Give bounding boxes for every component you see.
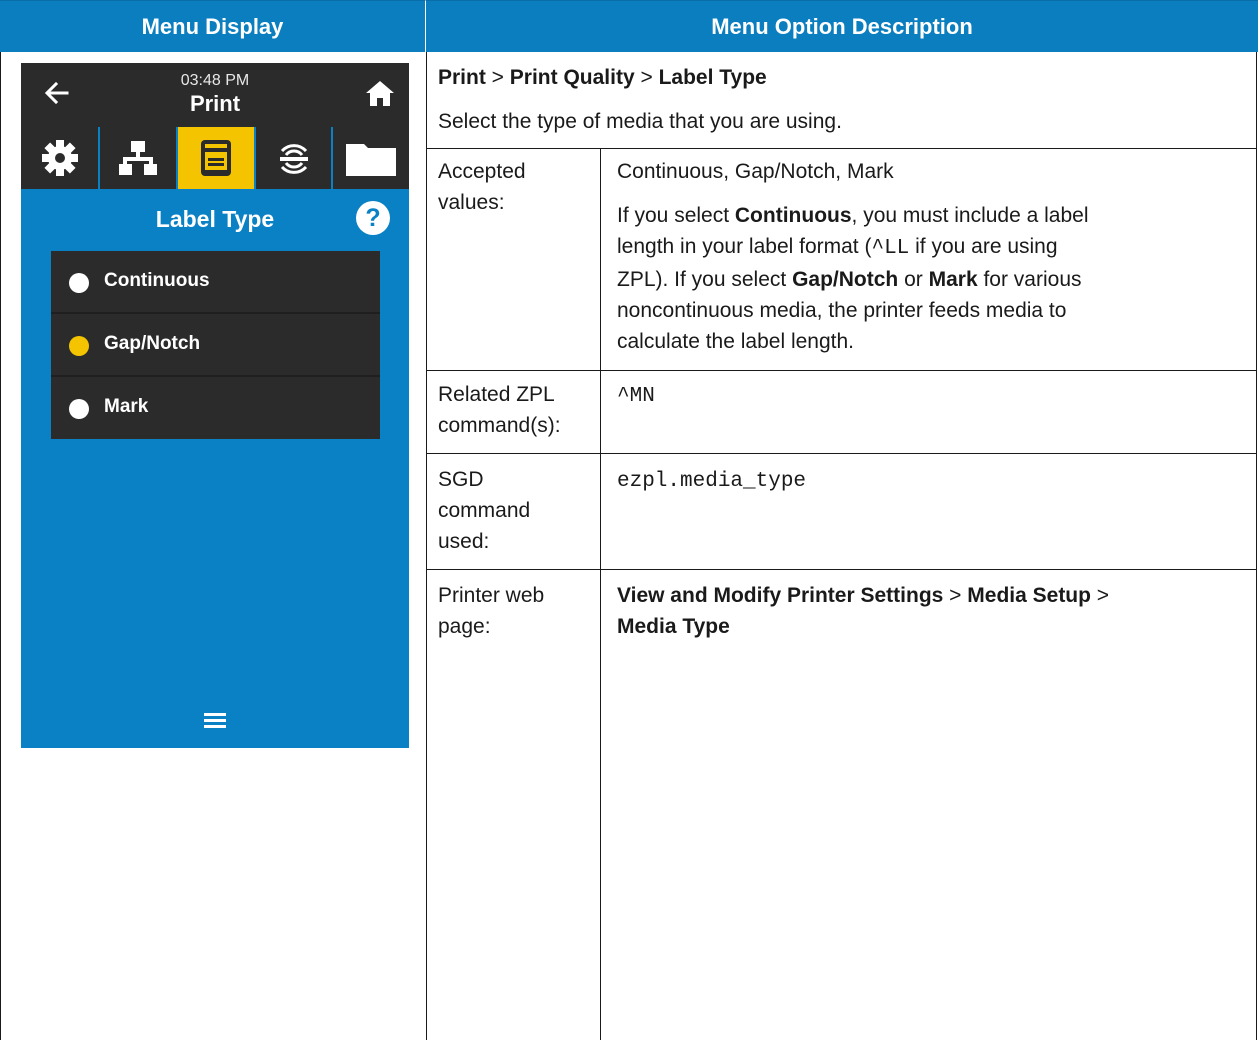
label-line: command(s): bbox=[438, 414, 561, 437]
note-code: ^LL bbox=[871, 237, 910, 260]
label-line: Printer web bbox=[438, 584, 545, 607]
radio-unselected-icon bbox=[69, 399, 89, 419]
printer-icon bbox=[201, 140, 231, 176]
row-divider bbox=[426, 370, 1257, 371]
tab-rfid[interactable] bbox=[254, 127, 331, 189]
table-divider-inner bbox=[600, 148, 601, 1040]
printer-web-page-label: Printer web page: bbox=[438, 580, 544, 642]
related-zpl-value: ^MN bbox=[617, 385, 655, 408]
table-border-right bbox=[1256, 52, 1257, 1040]
option-mark[interactable]: Mark bbox=[51, 377, 380, 439]
path-item: Media Type bbox=[617, 615, 730, 638]
note-line: If you select Continuous, you must inclu… bbox=[617, 200, 1247, 231]
table-border-left bbox=[0, 52, 1, 1040]
path-separator: > bbox=[1090, 584, 1110, 607]
breadcrumb-item: Label Type bbox=[658, 66, 767, 89]
label-line: Related ZPL bbox=[438, 383, 555, 406]
menu-option-description-header: Menu Option Description bbox=[426, 0, 1258, 52]
accepted-values-label: Accepted values: bbox=[438, 156, 526, 218]
radio-selected-icon bbox=[69, 336, 89, 356]
row-divider bbox=[426, 453, 1257, 454]
path-item: Media Setup bbox=[967, 584, 1091, 607]
note-emphasis: Continuous bbox=[734, 204, 852, 227]
row-divider bbox=[426, 148, 1257, 149]
option-continuous[interactable]: Continuous bbox=[51, 251, 380, 313]
option-gap-notch[interactable]: Gap/Notch bbox=[51, 314, 380, 376]
network-icon bbox=[119, 141, 157, 175]
label-line: Accepted bbox=[438, 160, 526, 183]
home-icon[interactable] bbox=[365, 79, 395, 107]
sgd-command-label: SGD command used: bbox=[438, 464, 530, 557]
accepted-values-text: Continuous, Gap/Notch, Mark bbox=[617, 160, 894, 183]
tab-settings[interactable] bbox=[21, 127, 98, 189]
category-tab-bar bbox=[21, 127, 409, 189]
radio-unselected-icon bbox=[69, 273, 89, 293]
note-text: , you must include a label bbox=[851, 204, 1089, 227]
tab-print[interactable] bbox=[176, 127, 254, 189]
screen-title: Print bbox=[189, 91, 241, 116]
note-line: ZPL). If you select Gap/Notch or Mark fo… bbox=[617, 264, 1247, 295]
table-divider-main bbox=[426, 52, 427, 1040]
folder-icon bbox=[346, 144, 396, 176]
clock: 03:48 PM bbox=[180, 72, 250, 89]
printer-web-page-path: View and Modify Printer Settings > Media… bbox=[617, 580, 1247, 642]
tab-storage[interactable] bbox=[331, 127, 409, 189]
note-text: length in your label format ( bbox=[617, 235, 872, 258]
note-line: calculate the label length. bbox=[617, 330, 854, 353]
note-text: for various bbox=[977, 268, 1082, 291]
note-line: length in your label format (^LL if you … bbox=[617, 231, 1247, 264]
option-label: Gap/Notch bbox=[104, 333, 201, 354]
note-text: ZPL). If you select bbox=[617, 268, 793, 291]
gear-icon bbox=[41, 140, 78, 176]
sgd-command-value: ezpl.media_type bbox=[617, 470, 807, 493]
breadcrumb-separator: > bbox=[634, 66, 659, 89]
option-label: Mark bbox=[104, 396, 149, 417]
option-label: Continuous bbox=[104, 270, 210, 291]
accepted-values-note: If you select Continuous, you must inclu… bbox=[617, 200, 1247, 357]
printer-screen: 03:48 PM Print Label Type ? Continuous G… bbox=[21, 63, 409, 748]
rfid-icon bbox=[279, 144, 308, 174]
note-text: if you are using bbox=[909, 235, 1058, 258]
path-line: View and Modify Printer Settings > Media… bbox=[617, 580, 1247, 611]
row-divider bbox=[426, 569, 1257, 570]
menu-display-header: Menu Display bbox=[0, 0, 426, 52]
breadcrumb: Print > Print Quality > Label Type bbox=[438, 62, 767, 93]
note-emphasis: Mark bbox=[928, 268, 978, 291]
tab-network[interactable] bbox=[98, 127, 176, 189]
label-line: SGD bbox=[438, 468, 484, 491]
path-separator: > bbox=[943, 584, 968, 607]
screen-top-bar: 03:48 PM Print bbox=[21, 63, 409, 127]
note-text: or bbox=[898, 268, 929, 291]
intro-text: Select the type of media that you are us… bbox=[438, 110, 842, 133]
help-icon[interactable]: ? bbox=[356, 201, 390, 235]
note-emphasis: Gap/Notch bbox=[792, 268, 899, 291]
label-line: used: bbox=[438, 530, 490, 553]
label-type-title: Label Type bbox=[155, 206, 275, 232]
label-line: page: bbox=[438, 615, 491, 638]
breadcrumb-item: Print Quality bbox=[509, 66, 635, 89]
related-zpl-label: Related ZPL command(s): bbox=[438, 379, 561, 441]
breadcrumb-item: Print bbox=[438, 66, 486, 89]
note-line: noncontinuous media, the printer feeds m… bbox=[617, 299, 1067, 322]
breadcrumb-separator: > bbox=[485, 66, 510, 89]
path-item: View and Modify Printer Settings bbox=[617, 584, 944, 607]
note-text: If you select bbox=[617, 204, 735, 227]
label-line: values: bbox=[438, 191, 505, 214]
menu-icon[interactable] bbox=[204, 713, 226, 729]
label-line: command bbox=[438, 499, 531, 522]
